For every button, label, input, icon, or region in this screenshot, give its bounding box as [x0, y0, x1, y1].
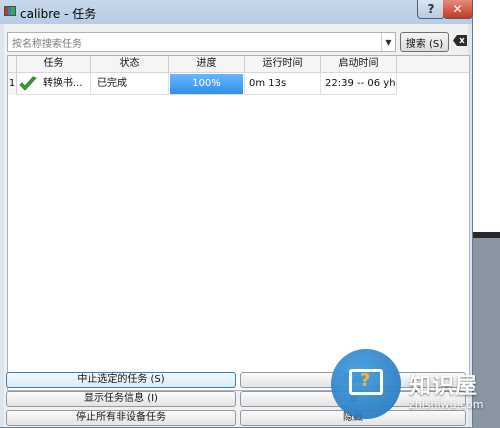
- jobs-table[interactable]: 任务 状态 进度 运行时间 启动时间 1 转换书... 已完成 100% 0m …: [7, 55, 470, 391]
- background-window: [470, 0, 500, 428]
- show-job-info-button[interactable]: 显示任务信息 (I): [6, 391, 236, 407]
- help-button[interactable]: ?: [417, 0, 445, 19]
- column-header-task[interactable]: 任务: [17, 56, 91, 72]
- column-header-runtime[interactable]: 运行时间: [245, 56, 321, 72]
- progress-text: 100%: [192, 78, 221, 89]
- runtime-cell: 0m 13s: [245, 73, 321, 95]
- jobs-window: calibre - 任务 ? ✕ 按名称搜索任务 ▼ 搜索 (S) 任务 状态 …: [0, 0, 473, 427]
- task-cell: 转换书...: [17, 73, 91, 95]
- clear-search-icon[interactable]: [452, 33, 468, 47]
- help-icon: ?: [427, 2, 435, 16]
- close-button[interactable]: ✕: [443, 0, 473, 19]
- search-placeholder: 按名称搜索任务: [12, 39, 82, 50]
- table-row[interactable]: 1 转换书... 已完成 100% 0m 13s 22:39 -- 06 уh.…: [8, 73, 469, 95]
- search-input[interactable]: 按名称搜索任务 ▼: [7, 32, 396, 52]
- row-number: 1: [8, 73, 17, 95]
- watermark-url: zhishiwu.com: [409, 398, 484, 411]
- column-header-progress[interactable]: 进度: [169, 56, 245, 72]
- watermark-title: 知识屋: [409, 374, 479, 399]
- watermark-question-icon: ?: [360, 370, 371, 391]
- calibre-app-icon: [4, 6, 16, 16]
- header-corner: [8, 56, 17, 72]
- check-icon: [19, 76, 37, 91]
- titlebar[interactable]: calibre - 任务 ? ✕: [0, 0, 473, 24]
- stop-all-nondevice-button[interactable]: 停止所有非设备任务: [6, 410, 236, 426]
- progress-cell: 100%: [169, 73, 245, 95]
- column-header-started[interactable]: 启动时间: [321, 56, 397, 72]
- close-icon: ✕: [452, 2, 463, 16]
- client-area: 按名称搜索任务 ▼ 搜索 (S) 任务 状态 进度 运行时间 启动时间 1 转换…: [4, 24, 470, 427]
- table-header: 任务 状态 进度 运行时间 启动时间: [8, 56, 469, 73]
- window-title: calibre - 任务: [20, 7, 97, 21]
- background-panel: [470, 0, 500, 232]
- stop-selected-button[interactable]: 中止选定的任务 (S): [6, 372, 236, 388]
- started-cell: 22:39 -- 06 уh...: [321, 73, 397, 95]
- task-name: 转换书...: [43, 78, 83, 89]
- column-header-status[interactable]: 状态: [91, 56, 169, 72]
- search-button[interactable]: 搜索 (S): [400, 32, 449, 52]
- status-cell: 已完成: [91, 73, 169, 95]
- chevron-down-icon[interactable]: ▼: [381, 33, 395, 51]
